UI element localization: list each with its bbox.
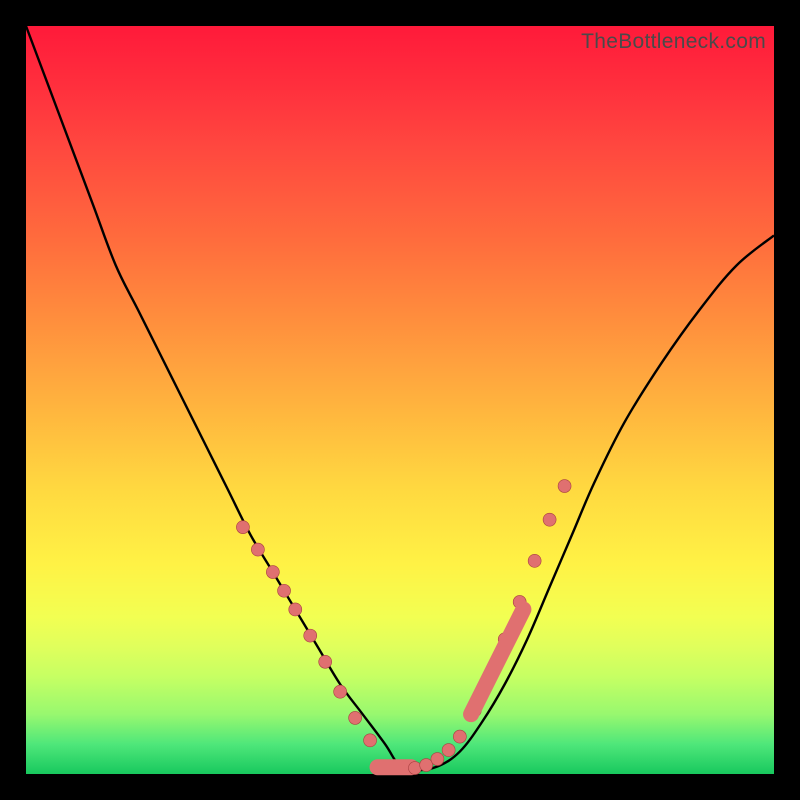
curve-marker [528,554,541,567]
plot-area: TheBottleneck.com [26,26,774,774]
bottleneck-curve-path [26,26,774,770]
curve-marker [420,759,433,772]
curve-marker [236,521,249,534]
curve-marker [319,655,332,668]
curve-marker [278,584,291,597]
bottleneck-curve [26,26,774,774]
curve-marker [251,543,264,556]
curve-marker [334,685,347,698]
curve-marker [304,629,317,642]
curve-marker [453,730,466,743]
curve-marker [558,480,571,493]
chart-frame: TheBottleneck.com [0,0,800,800]
curve-marker [266,566,279,579]
curve-marker [442,744,455,757]
curve-marker [408,762,421,775]
curve-marker [289,603,302,616]
curve-marker [431,753,444,766]
curve-marker [364,734,377,747]
curve-marker [543,513,556,526]
curve-marker [349,711,362,724]
